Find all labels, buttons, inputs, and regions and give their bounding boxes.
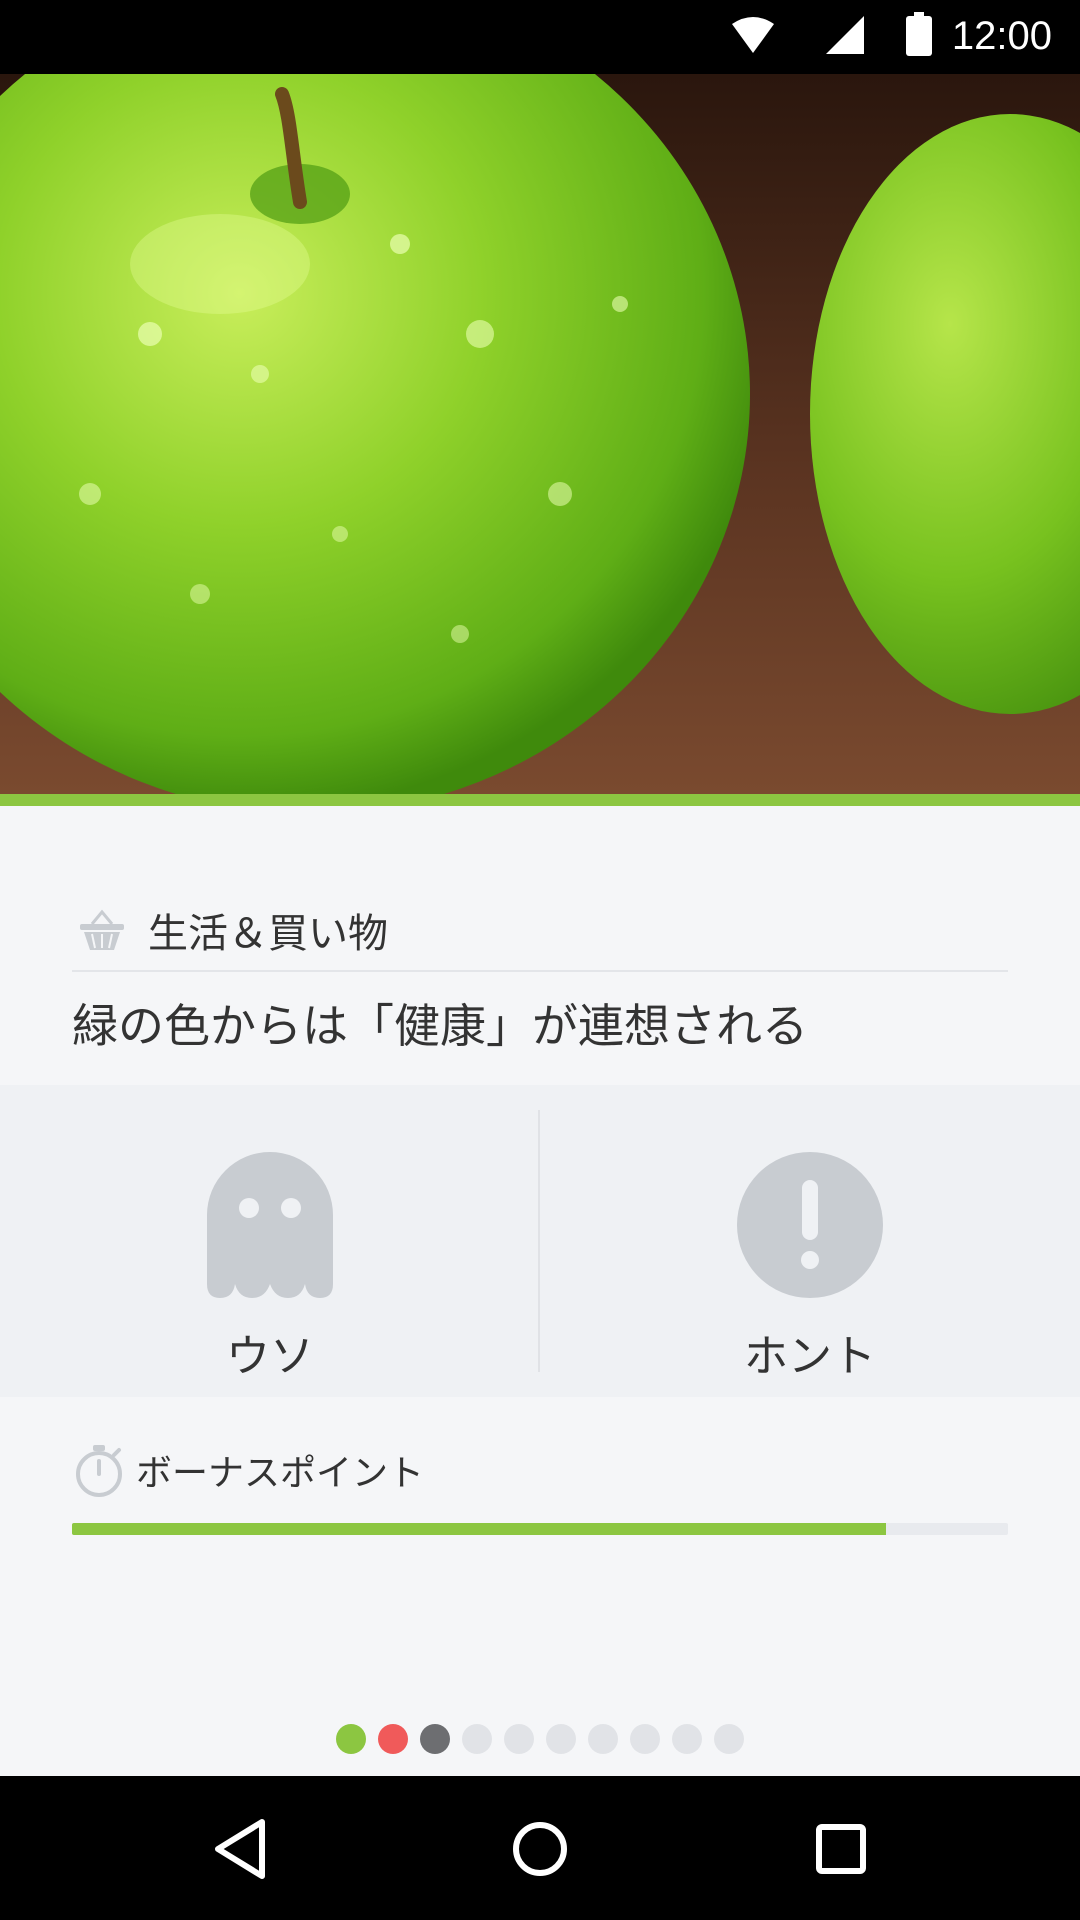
page-dot xyxy=(462,1724,492,1754)
cell-signal-icon xyxy=(826,16,864,54)
question-text: 緑の色からは「健康」が連想される xyxy=(72,999,808,1053)
stopwatch-icon xyxy=(76,1445,122,1497)
answer-panel: ウソ ホント xyxy=(0,1085,1080,1397)
page-dot xyxy=(504,1724,534,1754)
status-bar: 12:00 xyxy=(0,0,1080,74)
back-icon[interactable] xyxy=(206,1814,276,1884)
page-indicator xyxy=(0,1724,1080,1754)
bonus-label: ボーナスポイント xyxy=(136,1453,425,1494)
category-label: 生活＆買い物 xyxy=(148,911,388,957)
category-header: 生活＆買い物 xyxy=(72,890,1008,972)
recents-icon[interactable] xyxy=(806,1814,876,1884)
bonus-progress-bar xyxy=(72,1523,1008,1535)
exclamation-icon xyxy=(737,1152,883,1298)
answer-false-label: ウソ xyxy=(226,1331,314,1382)
answer-true-button[interactable]: ホント xyxy=(540,1085,1080,1397)
hero-image xyxy=(0,74,1080,794)
page-dot xyxy=(630,1724,660,1754)
wifi-icon xyxy=(732,17,774,53)
page-dot xyxy=(378,1724,408,1754)
answer-false-button[interactable]: ウソ xyxy=(0,1085,540,1397)
answer-divider xyxy=(538,1110,540,1372)
answer-true-label: ホント xyxy=(744,1331,876,1382)
page-dot xyxy=(336,1724,366,1754)
accent-strip xyxy=(0,794,1080,806)
page-dot xyxy=(714,1724,744,1754)
page-dot xyxy=(420,1724,450,1754)
green-apples-photo xyxy=(0,74,1080,794)
page-dot xyxy=(588,1724,618,1754)
basket-icon xyxy=(80,909,124,950)
clock: 12:00 xyxy=(951,14,1052,58)
battery-icon xyxy=(906,12,932,56)
navigation-bar xyxy=(0,1776,1080,1920)
ghost-icon xyxy=(207,1152,333,1298)
bonus-header: ボーナスポイント xyxy=(72,1440,424,1500)
page-dot xyxy=(546,1724,576,1754)
home-icon[interactable] xyxy=(505,1814,575,1884)
bonus-progress-fill xyxy=(72,1523,887,1535)
page-dot xyxy=(672,1724,702,1754)
